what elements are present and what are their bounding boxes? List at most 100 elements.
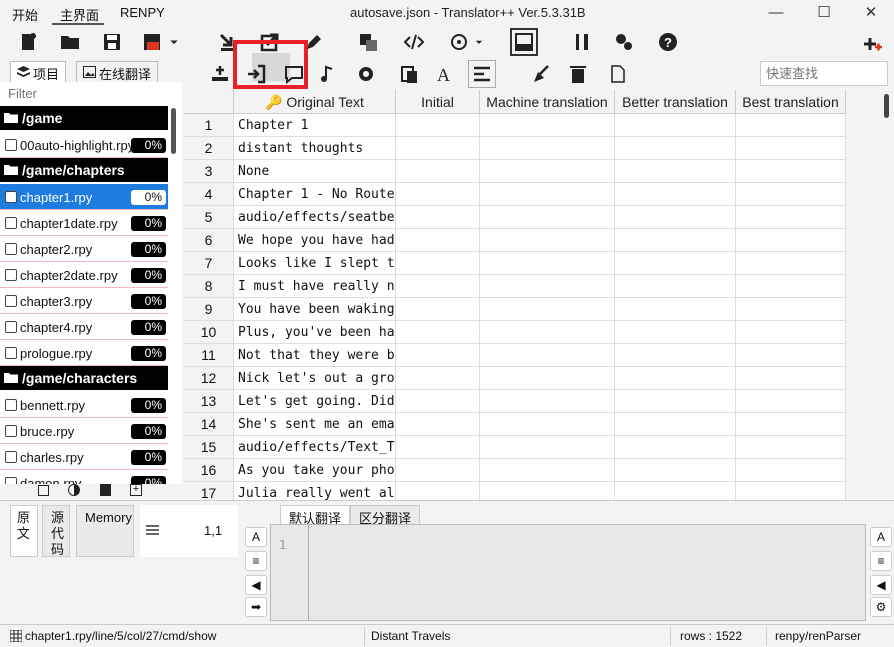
- translation-cell[interactable]: [615, 482, 736, 500]
- translation-cell[interactable]: [396, 321, 480, 344]
- code-button[interactable]: [400, 28, 428, 56]
- login-button[interactable]: [242, 60, 270, 88]
- align-button[interactable]: [468, 60, 496, 88]
- file-checkbox[interactable]: [5, 425, 17, 437]
- file-checkbox[interactable]: [5, 451, 17, 463]
- file-checkbox[interactable]: [5, 269, 17, 281]
- translation-cell[interactable]: [396, 183, 480, 206]
- translation-cell[interactable]: [396, 206, 480, 229]
- grid-settings-button[interactable]: [352, 60, 380, 88]
- next-button-left[interactable]: ➡: [245, 597, 267, 617]
- translation-cell[interactable]: [736, 206, 846, 229]
- file-item[interactable]: chapter4.rpy 0%: [0, 314, 168, 340]
- translation-cell[interactable]: [736, 229, 846, 252]
- translation-cell[interactable]: [615, 390, 736, 413]
- folder-header[interactable]: /game: [0, 106, 168, 130]
- translation-cell[interactable]: [396, 275, 480, 298]
- original-text-cell[interactable]: Nick let's out a groan: [234, 367, 396, 390]
- translation-cell[interactable]: [615, 114, 736, 137]
- translation-cell[interactable]: [480, 183, 615, 206]
- original-text-cell[interactable]: Plus, you've been havi: [234, 321, 396, 344]
- file-checkbox[interactable]: [5, 217, 17, 229]
- translation-cell[interactable]: [736, 298, 846, 321]
- translation-cell[interactable]: [736, 367, 846, 390]
- file-checkbox[interactable]: [5, 321, 17, 333]
- translation-cell[interactable]: [615, 459, 736, 482]
- left-scrollbar[interactable]: [171, 108, 176, 154]
- translation-cell[interactable]: [396, 252, 480, 275]
- tab-project[interactable]: 项目: [10, 61, 67, 82]
- table-row[interactable]: 4 Chapter 1 - No Route: [184, 183, 846, 206]
- translation-cell[interactable]: [396, 229, 480, 252]
- menu-main[interactable]: 主界面: [60, 5, 99, 24]
- align-button-right[interactable]: ≡: [870, 551, 892, 571]
- translation-cell[interactable]: [615, 344, 736, 367]
- header-initial[interactable]: Initial: [396, 90, 480, 114]
- add-plugin-button[interactable]: [858, 30, 886, 58]
- file-item[interactable]: chapter3.rpy 0%: [0, 288, 168, 314]
- save-as-button[interactable]: [138, 28, 166, 56]
- file-item[interactable]: chapter2date.rpy 0%: [0, 262, 168, 288]
- original-text-cell[interactable]: Let's get going. Did I: [234, 390, 396, 413]
- table-row[interactable]: 11 Not that they were bad: [184, 344, 846, 367]
- close-button[interactable]: ✕: [848, 0, 894, 26]
- translation-cell[interactable]: [736, 344, 846, 367]
- select-none-icon[interactable]: [38, 485, 49, 496]
- table-row[interactable]: 3 None: [184, 160, 846, 183]
- translation-cell[interactable]: [736, 436, 846, 459]
- file-item[interactable]: chapter2.rpy 0%: [0, 236, 168, 262]
- translation-cell[interactable]: [480, 436, 615, 459]
- table-row[interactable]: 7 Looks like I slept thr: [184, 252, 846, 275]
- translation-cell[interactable]: [396, 160, 480, 183]
- translation-cell[interactable]: [480, 114, 615, 137]
- header-machine-translation[interactable]: Machine translation: [480, 90, 615, 114]
- tab-source-code[interactable]: 源代码: [42, 505, 70, 557]
- file-checkbox[interactable]: [5, 295, 17, 307]
- quick-search-input[interactable]: [760, 61, 888, 86]
- add-file-icon[interactable]: +: [130, 484, 142, 496]
- help-button[interactable]: ?: [654, 28, 682, 56]
- table-row[interactable]: 8I must have really nee: [184, 275, 846, 298]
- font-button[interactable]: A: [432, 60, 460, 88]
- original-text-cell[interactable]: We hope you have had a: [234, 229, 396, 252]
- clean-button[interactable]: [528, 60, 556, 88]
- translation-cell[interactable]: [615, 160, 736, 183]
- contrast-icon[interactable]: [68, 484, 80, 496]
- tools-button[interactable]: [568, 28, 596, 56]
- original-text-cell[interactable]: Chapter 1 - No Route: [234, 183, 396, 206]
- document-button[interactable]: [604, 60, 632, 88]
- delete-button[interactable]: [564, 60, 592, 88]
- settings-button-right[interactable]: ⚙: [870, 597, 892, 617]
- translation-cell[interactable]: [615, 206, 736, 229]
- translation-cell[interactable]: [736, 275, 846, 298]
- file-item[interactable]: 00auto-highlight.rpy 0%: [0, 132, 168, 158]
- translation-cell[interactable]: [396, 459, 480, 482]
- original-text-cell[interactable]: I must have really nee: [234, 275, 396, 298]
- table-row[interactable]: 13 Let's get going. Did I: [184, 390, 846, 413]
- grid-scrollbar[interactable]: [884, 94, 889, 118]
- translation-cell[interactable]: [480, 229, 615, 252]
- table-row[interactable]: 1 Chapter 1: [184, 114, 846, 137]
- translation-cell[interactable]: [736, 183, 846, 206]
- translate-button[interactable]: [354, 28, 382, 56]
- align-button-left[interactable]: ≡: [245, 551, 267, 571]
- translation-cell[interactable]: [480, 413, 615, 436]
- translation-cell[interactable]: [480, 482, 615, 500]
- speak-button-right[interactable]: ◀: [870, 575, 892, 595]
- translation-cell[interactable]: [480, 137, 615, 160]
- translation-cell[interactable]: [480, 459, 615, 482]
- translation-cell[interactable]: [480, 390, 615, 413]
- table-row[interactable]: 2 distant thoughts: [184, 137, 846, 160]
- translation-cell[interactable]: [480, 321, 615, 344]
- translation-cell[interactable]: [396, 344, 480, 367]
- translation-cell[interactable]: [396, 413, 480, 436]
- translation-cell[interactable]: [396, 367, 480, 390]
- folder-header[interactable]: /game/chapters: [0, 158, 168, 182]
- translation-cell[interactable]: [480, 275, 615, 298]
- table-row[interactable]: 12 Nick let's out a groan: [184, 367, 846, 390]
- original-text-cell[interactable]: Looks like I slept thr: [234, 252, 396, 275]
- comment-button[interactable]: [280, 60, 308, 88]
- new-project-button[interactable]: [14, 28, 42, 56]
- table-row[interactable]: 10 Plus, you've been havi: [184, 321, 846, 344]
- add-row-button[interactable]: [206, 60, 234, 88]
